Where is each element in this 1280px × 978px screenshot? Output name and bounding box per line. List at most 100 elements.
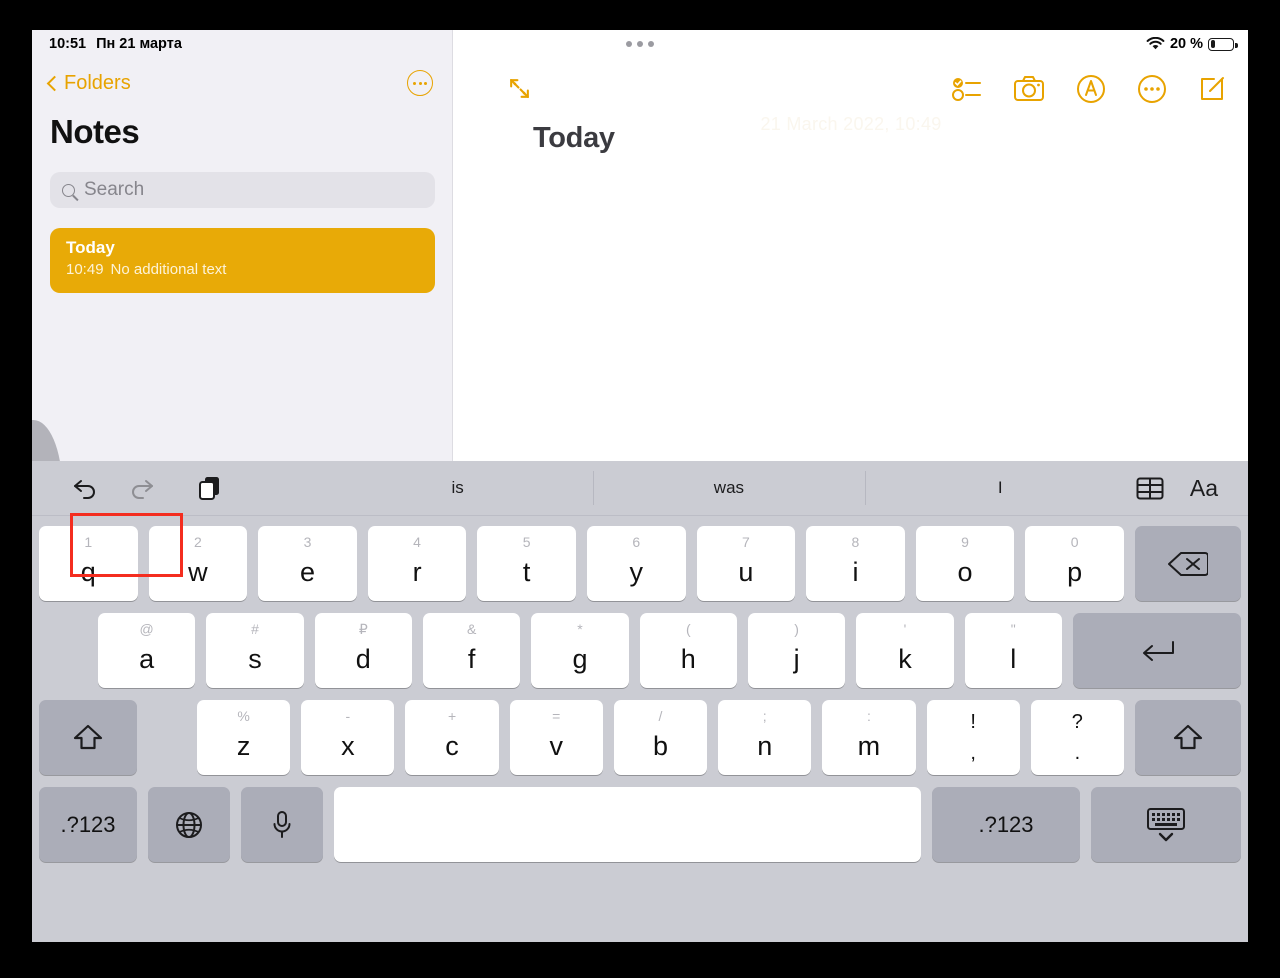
key-label: g [572, 644, 588, 674]
key-l[interactable]: " l [964, 613, 1062, 688]
key-label: a [139, 644, 155, 674]
key-y[interactable]: 6 y [586, 526, 686, 601]
key-n[interactable]: ; n [718, 700, 812, 775]
suggestion-item[interactable]: is [322, 461, 593, 515]
key-alt-label: ₽ [358, 621, 368, 637]
search-input[interactable]: Search [50, 172, 435, 208]
undo-arrow-icon[interactable] [72, 476, 99, 500]
key-alt-label: 4 [413, 534, 421, 550]
key-label: . [1074, 741, 1081, 764]
key-return[interactable] [1072, 613, 1241, 688]
dismiss-keyboard-icon [1147, 807, 1185, 841]
key-alt-label: 8 [851, 534, 860, 550]
key-label: m [857, 731, 881, 761]
keyboard-toolbar-right: Aa [1136, 475, 1248, 502]
note-list-preview: No additional text [110, 261, 227, 278]
key-i[interactable]: 8 i [806, 526, 905, 601]
key-c[interactable]: + c [405, 700, 499, 775]
key-g[interactable]: * g [531, 613, 629, 688]
key-p[interactable]: 0 p [1025, 526, 1124, 601]
note-toolbar [454, 62, 1248, 118]
expand-arrows-icon[interactable] [507, 76, 532, 101]
key-alt-label: # [251, 621, 259, 637]
key-spacebar[interactable] [334, 787, 921, 862]
key-v[interactable]: = v [509, 700, 603, 775]
key-dictation[interactable] [241, 787, 323, 862]
key-label: o [957, 557, 973, 587]
paste-clipboard-icon[interactable] [198, 475, 222, 501]
key-globe[interactable] [148, 787, 230, 862]
key-label: h [680, 644, 696, 674]
markup-pen-icon[interactable] [1076, 74, 1106, 104]
list-item[interactable]: Today 10:49 No additional text [50, 228, 435, 293]
circle-ellipsis-icon[interactable] [407, 70, 433, 96]
key-period-question[interactable]: ? . [1030, 700, 1124, 775]
suggestion-item[interactable]: was [593, 461, 864, 515]
key-alt-label: & [466, 621, 477, 637]
key-label: b [652, 731, 668, 761]
key-comma-exclamation[interactable]: ! , [926, 700, 1020, 775]
key-alt-label: 7 [741, 534, 750, 550]
key-alt-label: 0 [1070, 534, 1079, 550]
key-label: f [467, 644, 476, 674]
chevron-left-icon [47, 75, 57, 92]
key-t[interactable]: 5 t [477, 526, 576, 601]
key-r[interactable]: 4 r [367, 526, 467, 601]
key-alt-label: 2 [193, 534, 202, 550]
redo-arrow-icon[interactable] [128, 476, 155, 500]
multitasking-handle[interactable] [32, 30, 1248, 58]
key-s[interactable]: # s [206, 613, 304, 688]
key-q[interactable]: 1 q [39, 526, 138, 601]
key-shift-left[interactable] [39, 700, 137, 775]
text-format-button[interactable]: Aa [1190, 475, 1218, 502]
key-alt-label: 1 [84, 534, 93, 550]
battery-low-icon [1208, 37, 1238, 51]
key-alt-label: : [866, 708, 871, 724]
key-label: t [522, 557, 531, 587]
compose-icon[interactable] [1198, 75, 1226, 103]
key-numbers-left[interactable]: .?123 [39, 787, 137, 862]
key-u[interactable]: 7 u [696, 526, 796, 601]
note-list-title: Today [66, 238, 115, 257]
key-dismiss-keyboard[interactable] [1091, 787, 1241, 862]
key-numbers-right[interactable]: .?123 [932, 787, 1080, 862]
key-b[interactable]: / b [613, 700, 708, 775]
camera-icon[interactable] [1013, 75, 1045, 103]
key-f[interactable]: & f [422, 613, 521, 688]
key-j[interactable]: ) j [747, 613, 846, 688]
key-alt-label: * [577, 621, 583, 637]
key-label: v [549, 731, 564, 761]
key-label: l [1010, 644, 1017, 674]
key-x[interactable]: - x [301, 700, 395, 775]
key-m[interactable]: : m [822, 700, 916, 775]
key-label: k [898, 644, 912, 674]
suggestion-item[interactable]: I [864, 461, 1136, 515]
keyboard-row-1: 1 q 2 w 3 e 4 r 5 t 6 y 7 u 8 i 9 o 0 p [39, 526, 1241, 601]
key-shift-right[interactable] [1134, 700, 1241, 775]
note-body-title[interactable]: Today [533, 122, 615, 155]
page-title: Notes [50, 113, 140, 150]
back-to-folders-button[interactable]: Folders [47, 72, 131, 95]
key-label: z [236, 731, 251, 761]
checklist-icon[interactable] [952, 75, 982, 103]
key-backspace[interactable] [1134, 526, 1241, 601]
key-a[interactable]: @ a [98, 613, 196, 688]
key-h[interactable]: ( h [639, 613, 737, 688]
key-alt-label: " [1010, 621, 1016, 637]
key-w[interactable]: 2 w [148, 526, 248, 601]
ellipsis-circle-icon[interactable] [1137, 74, 1167, 104]
key-k[interactable]: ' k [856, 613, 954, 688]
key-e[interactable]: 3 e [258, 526, 357, 601]
key-label: j [793, 644, 800, 674]
key-alt-label: / [658, 708, 663, 724]
key-d[interactable]: ₽ d [314, 613, 412, 688]
key-z[interactable]: % z [197, 700, 291, 775]
shift-arrow-icon [1173, 724, 1203, 749]
key-o[interactable]: 9 o [915, 526, 1015, 601]
note-list-time: 10:49 [66, 261, 104, 278]
key-label: i [852, 557, 859, 587]
table-grid-icon[interactable] [1136, 477, 1164, 500]
key-alt-label: ! [970, 711, 976, 733]
key-label: w [188, 557, 208, 587]
key-alt-label: = [552, 708, 561, 724]
